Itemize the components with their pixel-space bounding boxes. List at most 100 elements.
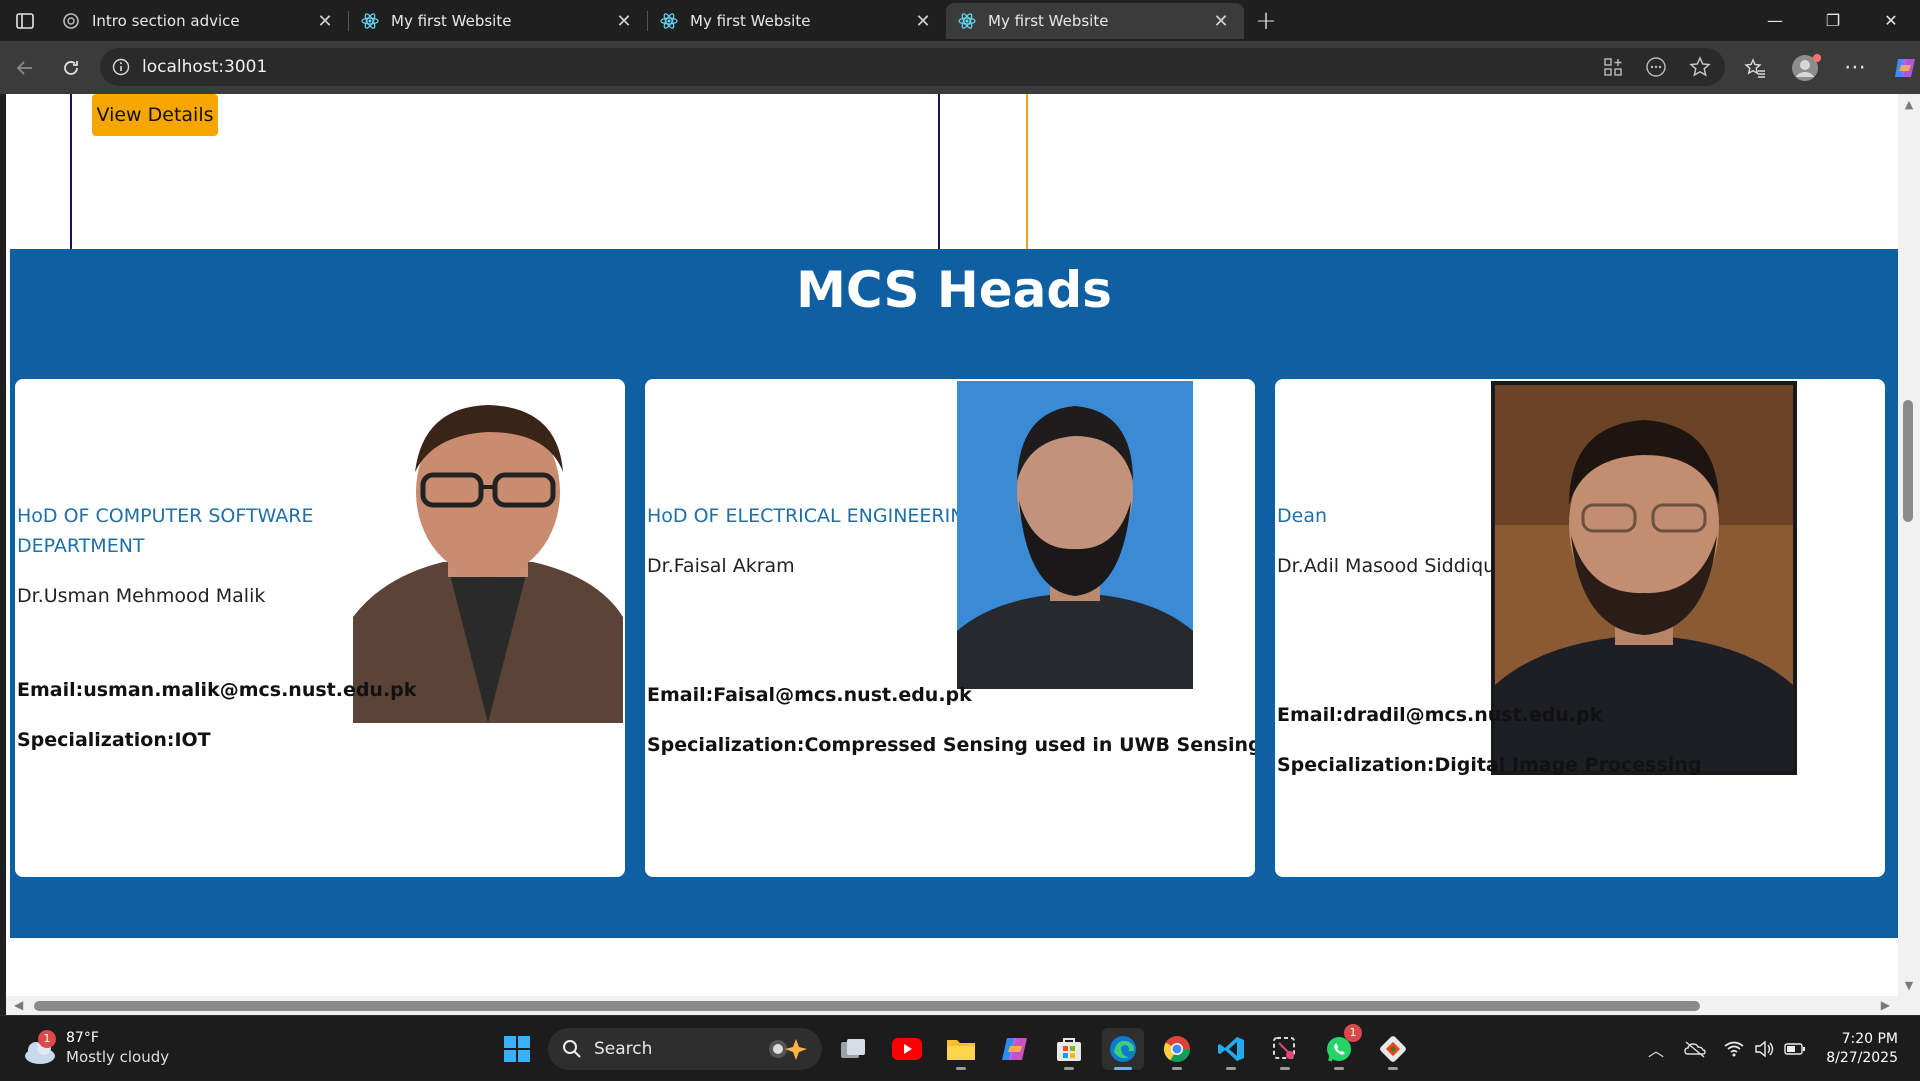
git-tool-icon[interactable] [1372, 1028, 1414, 1070]
app-available-icon[interactable] [1603, 57, 1623, 77]
person-email[interactable]: Email:dradil@mcs.nust.edu.pk [1277, 701, 1602, 729]
running-indicator [1064, 1067, 1074, 1070]
reading-view-icon[interactable] [1645, 56, 1667, 78]
copilot-icon[interactable] [1885, 48, 1920, 88]
person-specialization: Specialization:Compressed Sensing used i… [647, 734, 1255, 756]
weather-temp: 87°F [66, 1030, 99, 1046]
person-email[interactable]: Email:usman.malik@mcs.nust.edu.pk [17, 676, 416, 704]
onedrive-icon[interactable] [1684, 1040, 1706, 1058]
whatsapp-icon[interactable]: 1 [1318, 1024, 1362, 1070]
favorite-star-icon[interactable] [1689, 56, 1711, 78]
vscode-icon[interactable] [1210, 1028, 1252, 1070]
tab-close-icon[interactable]: ✕ [613, 11, 635, 32]
show-hidden-icons-icon[interactable]: ︿ [1640, 1037, 1672, 1061]
cloud-icon: 1 [20, 1028, 60, 1068]
start-button[interactable] [496, 1028, 538, 1070]
weather-widget[interactable]: 1 87°F Mostly cloudy [20, 1028, 169, 1068]
page-viewport: View Details MCS Heads HoD OF COMPUTER S… [6, 94, 1898, 996]
scroll-down-icon[interactable]: ▼ [1902, 979, 1916, 992]
running-indicator [1334, 1067, 1344, 1070]
taskbar-search[interactable]: Search [548, 1028, 822, 1070]
new-tab-button[interactable]: + [1244, 3, 1288, 39]
minimize-icon[interactable]: — [1746, 0, 1804, 41]
tab-intro-section-advice[interactable]: Intro section advice ✕ [50, 3, 348, 39]
vertical-scroll-thumb[interactable] [1903, 400, 1913, 522]
tab-title: Intro section advice [92, 12, 240, 30]
person-role: HoD OF ELECTRICAL ENGINEERING [647, 505, 980, 527]
favorites-icon[interactable] [1735, 48, 1775, 88]
address-bar[interactable]: localhost:3001 [100, 48, 1725, 86]
edge-icon[interactable] [1102, 1028, 1144, 1070]
person-specialization: Specialization:Digital Image Processing [1277, 754, 1702, 776]
scroll-left-icon[interactable]: ◀ [14, 998, 23, 1012]
battery-icon[interactable] [1784, 1042, 1806, 1056]
taskbar-clock[interactable]: 7:20 PM 8/27/2025 [1826, 1030, 1898, 1068]
search-icon [563, 1040, 581, 1058]
windows-taskbar: 1 87°F Mostly cloudy Search 1 ︿ 7:20 PM … [0, 1015, 1920, 1080]
tab-close-icon[interactable]: ✕ [912, 11, 934, 32]
tab-title: My first Website [988, 12, 1109, 30]
tab-my-first-website-2[interactable]: My first Website ✕ [648, 3, 946, 39]
clock-date: 8/27/2025 [1826, 1050, 1898, 1066]
running-indicator [1388, 1067, 1398, 1070]
react-icon [660, 13, 678, 29]
youtube-icon[interactable] [886, 1028, 928, 1070]
window-controls: — ❐ ✕ [1746, 0, 1920, 41]
volume-icon[interactable] [1754, 1040, 1774, 1058]
running-indicator [1280, 1067, 1290, 1070]
tab-close-icon[interactable]: ✕ [1210, 11, 1232, 32]
wifi-icon[interactable] [1724, 1041, 1744, 1057]
react-icon [361, 13, 379, 29]
section-title: MCS Heads [796, 261, 1112, 319]
back-icon[interactable] [2, 48, 48, 88]
task-view-icon[interactable] [832, 1028, 874, 1070]
view-details-button[interactable]: View Details [92, 94, 218, 136]
scroll-corner [1898, 996, 1920, 1015]
scroll-right-icon[interactable]: ▶ [1881, 998, 1890, 1012]
person-card: HoD OF ELECTRICAL ENGINEERING Dr.Faisal … [645, 379, 1255, 877]
person-name: Dr.Faisal Akram [647, 555, 795, 577]
url-text[interactable]: localhost:3001 [142, 57, 267, 77]
person-photo [957, 381, 1193, 689]
tab-title: My first Website [690, 12, 811, 30]
restore-icon[interactable]: ❐ [1804, 0, 1862, 41]
file-explorer-icon[interactable] [940, 1028, 982, 1070]
microsoft-store-icon[interactable] [1048, 1028, 1090, 1070]
scroll-up-icon[interactable]: ▲ [1902, 98, 1916, 111]
site-info-icon[interactable] [112, 58, 130, 76]
tab-title: My first Website [391, 12, 512, 30]
tab-my-first-website-active[interactable]: My first Website ✕ [946, 3, 1244, 39]
browser-toolbar: localhost:3001 ⋯ [0, 41, 1920, 94]
horizontal-scrollbar[interactable]: ◀ ▶ [6, 996, 1898, 1015]
person-photo [353, 387, 623, 723]
react-icon [958, 13, 976, 29]
more-menu-icon[interactable]: ⋯ [1835, 48, 1875, 88]
running-indicator [1114, 1067, 1132, 1070]
person-role: Dean [1277, 505, 1328, 527]
sidebar-toggle-icon[interactable] [0, 0, 50, 41]
vertical-scrollbar[interactable]: ▲ ▼ [1898, 94, 1920, 996]
tab-my-first-website-1[interactable]: My first Website ✕ [349, 3, 647, 39]
running-indicator [1226, 1067, 1236, 1070]
refresh-icon[interactable] [48, 48, 94, 88]
person-name: Dr.Usman Mehmood Malik [17, 585, 266, 607]
person-name: Dr.Adil Masood Siddiqui [1277, 555, 1501, 577]
chatgpt-icon [63, 13, 79, 29]
profile-avatar-icon[interactable] [1785, 48, 1825, 88]
close-window-icon[interactable]: ✕ [1862, 0, 1920, 41]
search-highlight-icon [769, 1039, 807, 1060]
toolbar-right-actions: ⋯ [1735, 41, 1920, 94]
tab-close-icon[interactable]: ✕ [314, 11, 336, 32]
person-email[interactable]: Email:Faisal@mcs.nust.edu.pk [647, 681, 972, 709]
horizontal-scroll-thumb[interactable] [34, 1001, 1700, 1011]
person-specialization: Specialization:IOT [17, 729, 211, 751]
mcs-heads-section: MCS Heads HoD OF COMPUTER SOFTWARE DEPAR… [10, 249, 1898, 938]
chrome-icon[interactable] [1156, 1028, 1198, 1070]
tab-strip: Intro section advice ✕ My first Website … [0, 0, 1920, 41]
person-card: Dean Dr.Adil Masood Siddiqui Email:dradi… [1275, 379, 1885, 877]
clock-time: 7:20 PM [1841, 1031, 1898, 1047]
weather-condition: Mostly cloudy [66, 1048, 170, 1066]
copilot-taskbar-icon[interactable] [994, 1028, 1036, 1070]
weather-badge: 1 [38, 1030, 56, 1048]
snipping-tool-icon[interactable] [1264, 1028, 1306, 1070]
